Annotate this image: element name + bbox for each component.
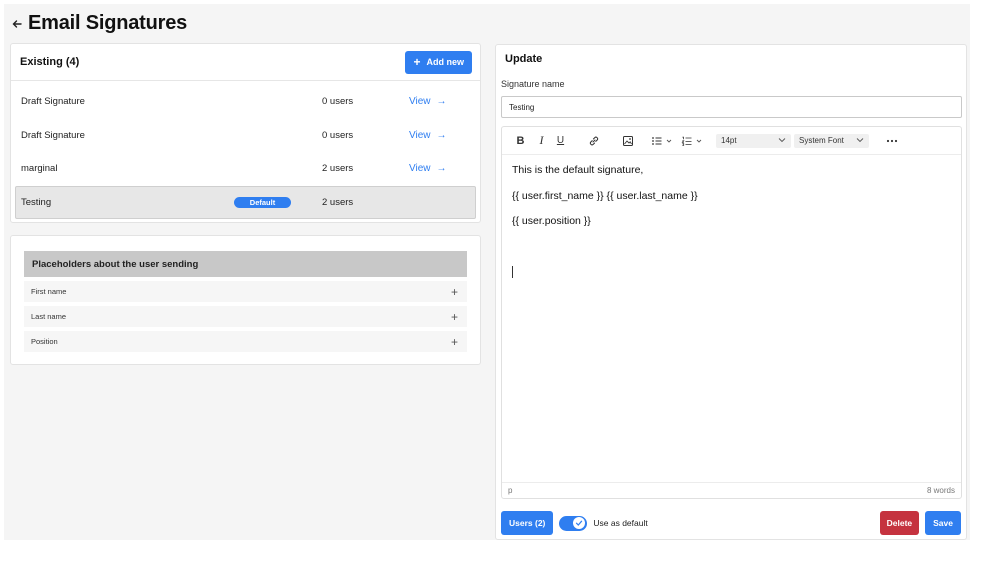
placeholder-label: Last name xyxy=(31,312,67,321)
plus-icon[interactable]: + xyxy=(451,335,458,349)
word-count[interactable]: 8 words xyxy=(927,486,955,495)
signature-name-input[interactable] xyxy=(501,96,962,118)
editor-status-bar: p 8 words xyxy=(502,482,961,498)
check-icon xyxy=(573,517,586,529)
delete-button[interactable]: Delete xyxy=(879,511,920,535)
arrow-left-icon[interactable] xyxy=(12,14,22,34)
signature-users: 0 users xyxy=(322,129,354,141)
signature-row[interactable]: Draft Signature 0 users View → xyxy=(15,85,476,119)
signature-name: Draft Signature xyxy=(21,129,85,141)
page-title: Email Signatures xyxy=(28,12,188,34)
font-size-value: 14pt xyxy=(721,136,737,145)
font-family-select[interactable]: System Font xyxy=(794,133,869,148)
plus-icon[interactable]: + xyxy=(451,310,458,324)
element-path[interactable]: p xyxy=(508,486,512,495)
view-label: View xyxy=(409,163,431,175)
save-button[interactable]: Save xyxy=(925,511,961,535)
signature-users: 2 users xyxy=(322,196,354,208)
signature-row[interactable]: marginal 2 users View → xyxy=(15,152,476,186)
chevron-down-icon xyxy=(856,137,864,145)
editor-line: {{ user.first_name }} {{ user.last_name … xyxy=(512,189,698,202)
footer-actions: Delete Save xyxy=(879,511,961,535)
arrow-right-icon: → xyxy=(436,163,447,175)
plus-icon: + xyxy=(413,55,421,69)
page-header: Email Signatures xyxy=(12,12,187,35)
signature-name: marginal xyxy=(21,163,58,175)
bold-icon[interactable]: B xyxy=(514,131,527,151)
chevron-down-icon xyxy=(778,137,786,145)
signature-name: Draft Signature xyxy=(21,96,85,108)
placeholder-item[interactable]: First name + xyxy=(24,281,467,302)
app: Email Signatures Existing (4) + Add new … xyxy=(4,4,970,540)
placeholders-title: Placeholders about the user sending xyxy=(24,251,467,277)
signature-users: 0 users xyxy=(322,96,354,108)
add-new-button[interactable]: + Add new xyxy=(405,50,472,74)
placeholder-label: Position xyxy=(31,337,58,346)
existing-signatures-card: Existing (4) + Add new Draft Signature 0… xyxy=(10,43,481,223)
update-footer: Users (2) Use as default Delete Save xyxy=(501,511,961,535)
numbered-list-icon[interactable] xyxy=(681,131,705,151)
add-new-label: Add new xyxy=(426,57,465,67)
view-label: View xyxy=(409,129,431,141)
use-as-default-toggle[interactable] xyxy=(559,515,588,531)
underline-icon[interactable]: U xyxy=(554,131,567,151)
existing-header: Existing (4) + Add new xyxy=(11,44,480,81)
signature-name-label: Signature name xyxy=(501,79,565,89)
bullet-list-icon[interactable] xyxy=(651,131,675,151)
signature-users: 2 users xyxy=(322,163,354,175)
signature-row[interactable]: Draft Signature 0 users View → xyxy=(15,119,476,153)
editor-line: {{ user.position }} xyxy=(512,215,591,227)
editor-toolbar: B I U 14pt System Font xyxy=(502,127,961,155)
view-link[interactable]: View → xyxy=(409,163,447,174)
use-as-default-label: Use as default xyxy=(593,518,648,528)
signature-name: Testing xyxy=(21,196,52,208)
update-title: Update xyxy=(505,53,543,65)
arrow-right-icon: → xyxy=(436,129,447,141)
view-link[interactable]: View → xyxy=(409,96,447,107)
font-size-select[interactable]: 14pt xyxy=(716,133,791,148)
signature-list: Draft Signature 0 users View → Draft Sig… xyxy=(11,81,480,219)
placeholder-item[interactable]: Last name + xyxy=(24,306,467,327)
view-link[interactable]: View → xyxy=(409,130,447,141)
font-family-value: System Font xyxy=(799,136,844,145)
signature-row-selected[interactable]: Testing Default 2 users xyxy=(15,185,476,219)
placeholders-card: Placeholders about the user sending Firs… xyxy=(10,235,481,365)
link-icon[interactable] xyxy=(587,131,601,151)
users-button[interactable]: Users (2) xyxy=(501,511,554,535)
view-label: View xyxy=(409,96,431,108)
existing-title: Existing (4) xyxy=(20,56,80,68)
plus-icon[interactable]: + xyxy=(451,285,458,299)
arrow-right-icon: → xyxy=(436,96,447,108)
signature-editor[interactable]: B I U 14pt System Font This is the defau… xyxy=(501,126,962,499)
image-icon[interactable] xyxy=(621,131,635,151)
more-icon[interactable] xyxy=(885,131,899,151)
update-card: Update Signature name B I U xyxy=(495,44,967,540)
editor-content[interactable]: This is the default signature, {{ user.f… xyxy=(512,164,951,241)
editor-line: This is the default signature, xyxy=(512,164,644,176)
placeholder-item[interactable]: Position + xyxy=(24,331,467,352)
placeholder-label: First name xyxy=(31,287,67,296)
italic-icon[interactable]: I xyxy=(535,131,548,151)
default-badge: Default xyxy=(234,196,291,208)
text-caret xyxy=(512,266,513,278)
